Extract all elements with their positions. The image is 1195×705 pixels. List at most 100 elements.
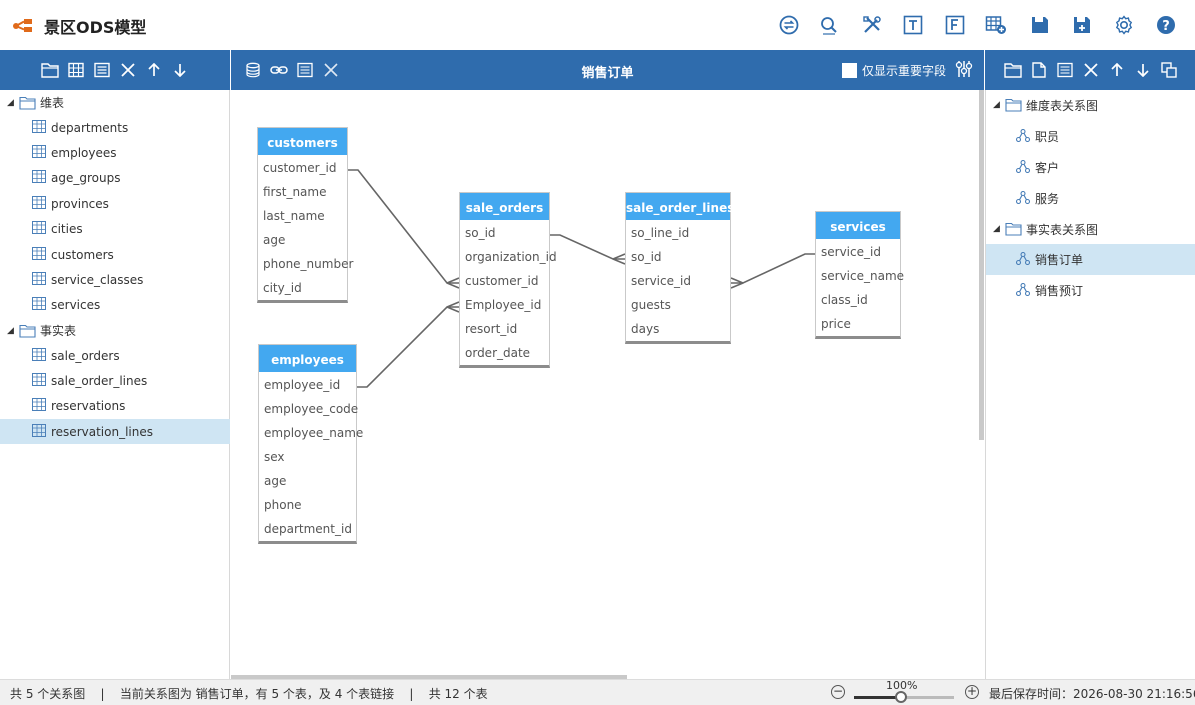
tree-item-age-groups[interactable]: age_groups bbox=[0, 166, 230, 191]
zoom-in-button[interactable]: + bbox=[965, 685, 979, 699]
arrow-down-icon[interactable] bbox=[170, 60, 190, 80]
entity-field[interactable]: employee_name bbox=[259, 421, 363, 445]
arrow-up-icon[interactable] bbox=[1107, 60, 1127, 80]
relationship-line[interactable] bbox=[731, 253, 815, 284]
save-as-icon[interactable] bbox=[1071, 14, 1093, 36]
entity-field[interactable]: service_id bbox=[626, 269, 730, 293]
relationship-line[interactable] bbox=[357, 306, 459, 388]
entity-field[interactable]: phone_number bbox=[258, 252, 353, 276]
diagram-item[interactable]: 客户 bbox=[986, 152, 1195, 183]
text-t-icon[interactable] bbox=[902, 14, 924, 36]
diagram-group-dimension[interactable]: ◢ 维度表关系图 bbox=[986, 91, 1195, 119]
zoom-slider-handle[interactable] bbox=[895, 691, 907, 703]
entity-header[interactable]: services bbox=[816, 212, 900, 240]
copy-icon[interactable] bbox=[1159, 60, 1179, 80]
entity-field[interactable]: so_line_id bbox=[626, 221, 730, 245]
entity-sale-order-lines[interactable]: sale_order_lines so_line_id so_id service_i… bbox=[625, 192, 734, 344]
entity-field[interactable]: sex bbox=[259, 445, 356, 469]
entity-header[interactable]: sale_orders bbox=[460, 193, 549, 221]
entity-services[interactable]: services service_id service_name class_id pr… bbox=[815, 211, 904, 339]
settings-icon[interactable] bbox=[1113, 14, 1135, 36]
entity-field[interactable]: age bbox=[258, 228, 347, 252]
help-icon[interactable]: ? bbox=[1155, 14, 1177, 36]
tree-item-reservation-lines[interactable]: reservation_lines bbox=[0, 419, 230, 445]
entity-field[interactable]: class_id bbox=[816, 288, 900, 312]
close-icon[interactable] bbox=[118, 60, 138, 80]
folder-icon[interactable] bbox=[40, 60, 60, 80]
tools-icon[interactable] bbox=[861, 14, 883, 36]
arrow-down-icon[interactable] bbox=[1133, 60, 1153, 80]
tree-item-service-classes[interactable]: service_classes bbox=[0, 267, 230, 292]
tree-item-services[interactable]: services bbox=[0, 293, 230, 318]
entity-field[interactable]: employee_code bbox=[259, 397, 358, 421]
zoom-out-button[interactable]: − bbox=[831, 685, 845, 699]
entity-field[interactable]: age bbox=[259, 469, 356, 493]
entity-field[interactable]: resort_id bbox=[460, 317, 549, 341]
diagram-item[interactable]: 销售预订 bbox=[986, 275, 1195, 306]
diagram-item[interactable]: 销售订单 bbox=[986, 244, 1195, 275]
tree-item-provinces[interactable]: provinces bbox=[0, 191, 230, 216]
close-icon[interactable] bbox=[1081, 60, 1101, 80]
entity-field[interactable]: guests bbox=[626, 293, 730, 317]
canvas-vertical-scrollbar[interactable] bbox=[979, 90, 984, 440]
collapse-icon[interactable]: ◢ bbox=[7, 98, 17, 108]
entity-customers[interactable]: customers customer_id first_name last_name a… bbox=[257, 127, 353, 303]
tree-item-reservations[interactable]: reservations bbox=[0, 394, 230, 419]
entity-field[interactable]: service_name bbox=[816, 264, 904, 288]
important-fields-checkbox[interactable] bbox=[842, 63, 857, 78]
entity-header[interactable]: employees bbox=[259, 345, 356, 373]
text-f-icon[interactable] bbox=[944, 14, 966, 36]
entity-field[interactable]: customer_id bbox=[460, 269, 549, 293]
entity-field[interactable]: department_id bbox=[259, 517, 356, 541]
entity-header[interactable]: customers bbox=[258, 128, 347, 156]
entity-field[interactable]: city_id bbox=[258, 276, 347, 300]
tree-item-sale-orders[interactable]: sale_orders bbox=[0, 343, 230, 368]
entity-field[interactable]: so_id bbox=[460, 221, 549, 245]
tree-item-sale-order-lines[interactable]: sale_order_lines bbox=[0, 368, 230, 393]
entity-field[interactable]: first_name bbox=[258, 180, 347, 204]
tree-item-customers[interactable]: customers bbox=[0, 242, 230, 267]
entity-employees[interactable]: employees employee_id employee_code employe… bbox=[258, 344, 363, 544]
tree-item-employees[interactable]: employees bbox=[0, 140, 230, 165]
search-icon[interactable] bbox=[818, 14, 840, 36]
list-icon[interactable] bbox=[1055, 60, 1075, 80]
swap-icon[interactable] bbox=[778, 14, 800, 36]
add-table-icon[interactable] bbox=[985, 14, 1007, 36]
zoom-slider[interactable] bbox=[854, 691, 954, 703]
file-icon[interactable] bbox=[1029, 60, 1049, 80]
table-icon bbox=[32, 423, 46, 440]
layout-tools-icon[interactable] bbox=[955, 60, 975, 80]
entity-field[interactable]: days bbox=[626, 317, 730, 341]
diagram-item[interactable]: 服务 bbox=[986, 183, 1195, 214]
tree-item-cities[interactable]: cities bbox=[0, 217, 230, 242]
entity-field[interactable]: customer_id bbox=[258, 156, 347, 180]
entity-field[interactable]: order_date bbox=[460, 341, 549, 365]
tree-group-fact[interactable]: ◢ 事实表 bbox=[0, 318, 230, 343]
tree-item-departments[interactable]: departments bbox=[0, 115, 230, 140]
save-icon[interactable] bbox=[1029, 14, 1051, 36]
diagram-group-fact[interactable]: ◢ 事实表关系图 bbox=[986, 215, 1195, 243]
diagram-item[interactable]: 职员 bbox=[986, 121, 1195, 152]
tree-group-dimension[interactable]: ◢ 维表 bbox=[0, 90, 230, 115]
entity-field[interactable]: employee_id bbox=[259, 373, 356, 397]
important-fields-toggle[interactable]: 仅显示重要字段 bbox=[842, 62, 946, 79]
entity-field[interactable]: Employee_id bbox=[460, 293, 549, 317]
folder-icon[interactable] bbox=[1003, 60, 1023, 80]
collapse-icon[interactable]: ◢ bbox=[7, 326, 17, 336]
relationship-line[interactable] bbox=[550, 234, 625, 260]
list-icon[interactable] bbox=[92, 60, 112, 80]
diagram-canvas[interactable]: customers customer_id first_name last_name a… bbox=[231, 90, 984, 679]
entity-field[interactable]: service_id bbox=[816, 240, 900, 264]
entity-field[interactable]: so_id bbox=[626, 245, 730, 269]
entity-field[interactable]: price bbox=[816, 312, 900, 336]
table-icon[interactable] bbox=[66, 60, 86, 80]
entity-field[interactable]: last_name bbox=[258, 204, 347, 228]
entity-field[interactable]: phone bbox=[259, 493, 356, 517]
entity-sale-orders[interactable]: sale_orders so_id organization_id customer_… bbox=[459, 192, 557, 368]
entity-field[interactable]: organization_id bbox=[460, 245, 557, 269]
collapse-icon[interactable]: ◢ bbox=[993, 224, 1003, 234]
entity-header[interactable]: sale_order_lines bbox=[626, 193, 734, 221]
collapse-icon[interactable]: ◢ bbox=[993, 100, 1003, 110]
arrow-up-icon[interactable] bbox=[144, 60, 164, 80]
relationship-line[interactable] bbox=[348, 169, 459, 284]
